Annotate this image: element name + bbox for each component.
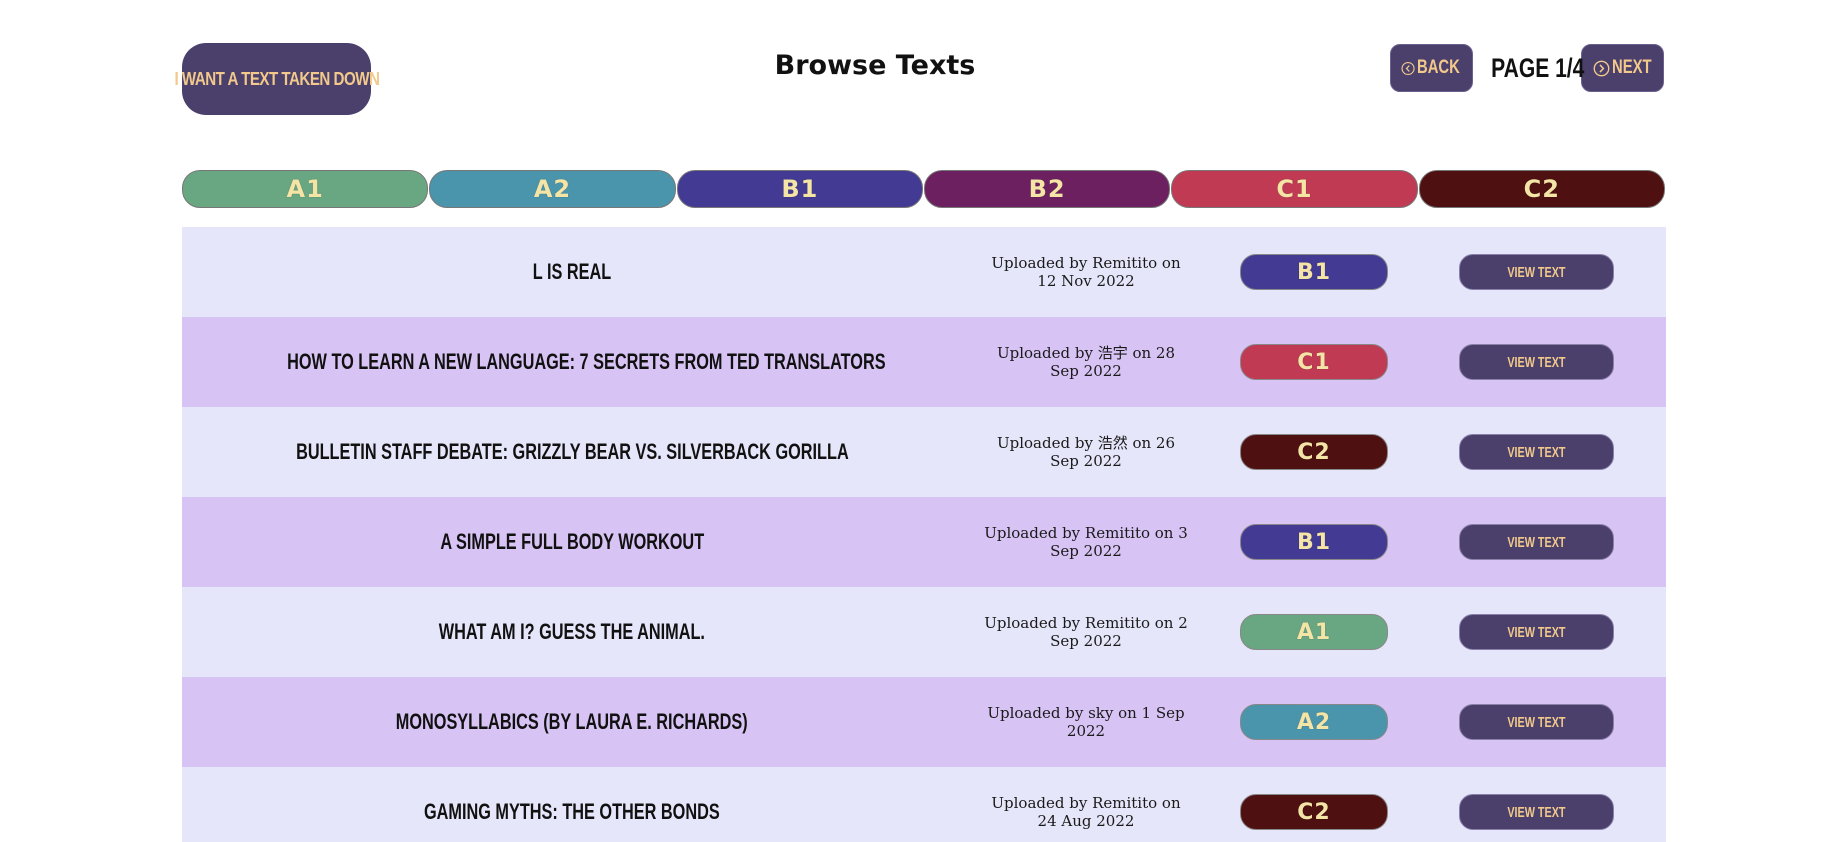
level-badge: A2: [1240, 704, 1388, 740]
text-title: What am I? Guess the animal.: [182, 619, 962, 645]
level-badge: C1: [1240, 344, 1388, 380]
text-row: L is real Uploaded by Remitito on 12 Nov …: [182, 227, 1666, 317]
level-tab-a2[interactable]: A2: [429, 170, 676, 208]
view-text-label: View text: [1507, 533, 1566, 551]
browse-texts-page: I want a text taken down Browse Texts Ba…: [0, 0, 1840, 842]
level-badge: C2: [1240, 794, 1388, 830]
text-row: A Simple Full Body Workout Uploaded by Re…: [182, 497, 1666, 587]
level-tab-c1[interactable]: C1: [1171, 170, 1418, 208]
view-text-button[interactable]: View text: [1459, 794, 1614, 830]
next-button[interactable]: Next: [1581, 44, 1664, 92]
level-badge: B1: [1240, 524, 1388, 560]
text-title: A Simple Full Body Workout: [182, 529, 962, 555]
text-title: Bulletin Staff Debate: Grizzly Bear vs. …: [182, 439, 962, 465]
view-text-button[interactable]: View text: [1459, 254, 1614, 290]
pagination: Back Page 1/4 Next: [1390, 43, 1664, 93]
texts-list: L is real Uploaded by Remitito on 12 Nov …: [182, 227, 1666, 842]
text-title-label: Bulletin Staff Debate: Grizzly Bear vs. …: [295, 439, 849, 464]
chevron-left-circle-icon: [1401, 61, 1415, 75]
text-title: L is real: [182, 259, 962, 285]
view-text-label: View text: [1507, 713, 1566, 731]
text-row: How to learn a new language: 7 secrets f…: [182, 317, 1666, 407]
page-indicator: Page 1/4: [1491, 52, 1585, 83]
upload-info: Uploaded by Remitito on 12 Nov 2022: [991, 254, 1181, 290]
text-row: Bulletin Staff Debate: Grizzly Bear vs. …: [182, 407, 1666, 497]
view-text-button[interactable]: View text: [1459, 524, 1614, 560]
text-row: Gaming Myths: The Other Bonds Uploaded by…: [182, 767, 1666, 842]
text-title: Gaming Myths: The Other Bonds: [182, 799, 962, 825]
view-text-button[interactable]: View text: [1459, 614, 1614, 650]
text-row: What am I? Guess the animal. Uploaded by …: [182, 587, 1666, 677]
upload-info: Uploaded by sky on 1 Sep 2022: [987, 704, 1185, 740]
text-title-label: Monosyllabics (by Laura E. Richards): [396, 709, 748, 734]
view-text-button[interactable]: View text: [1459, 704, 1614, 740]
level-badge: B1: [1240, 254, 1388, 290]
view-text-label: View text: [1507, 803, 1566, 821]
level-tab-b1[interactable]: B1: [676, 170, 923, 208]
upload-info: Uploaded by Remitito on 24 Aug 2022: [991, 794, 1181, 830]
view-text-button[interactable]: View text: [1459, 344, 1614, 380]
level-badge: A1: [1240, 614, 1388, 650]
level-filter-tabs: A1 A2 B1 B2 C1 C2: [182, 170, 1666, 210]
view-text-label: View text: [1507, 623, 1566, 641]
view-text-label: View text: [1507, 263, 1566, 281]
text-title-label: A Simple Full Body Workout: [440, 529, 704, 554]
upload-info: Uploaded by Remitito on 3 Sep 2022: [984, 524, 1188, 560]
view-text-label: View text: [1507, 443, 1566, 461]
view-text-button[interactable]: View text: [1459, 434, 1614, 470]
text-title-label: L is real: [532, 259, 612, 284]
text-title: How to learn a new language: 7 secrets f…: [182, 349, 962, 375]
upload-info: Uploaded by 浩宇 on 28 Sep 2022: [996, 344, 1176, 380]
back-label: Back: [1417, 57, 1460, 78]
level-badge: C2: [1240, 434, 1388, 470]
chevron-right-circle-icon: [1593, 60, 1610, 76]
level-tab-b2[interactable]: B2: [923, 170, 1171, 208]
text-title-label: How to learn a new language: 7 secrets f…: [287, 349, 886, 374]
upload-info: Uploaded by 浩然 on 26 Sep 2022: [996, 434, 1176, 470]
level-tab-c2[interactable]: C2: [1418, 170, 1665, 208]
next-label: Next: [1611, 57, 1652, 78]
text-row: Monosyllabics (by Laura E. Richards) Uplo…: [182, 677, 1666, 767]
level-tab-a1[interactable]: A1: [182, 170, 429, 208]
upload-info: Uploaded by Remitito on 2 Sep 2022: [984, 614, 1188, 650]
back-button[interactable]: Back: [1390, 44, 1473, 92]
text-title-label: Gaming Myths: The Other Bonds: [424, 799, 720, 824]
text-title-label: What am I? Guess the animal.: [438, 619, 706, 644]
text-title: Monosyllabics (by Laura E. Richards): [182, 709, 962, 735]
view-text-label: View text: [1507, 353, 1566, 371]
